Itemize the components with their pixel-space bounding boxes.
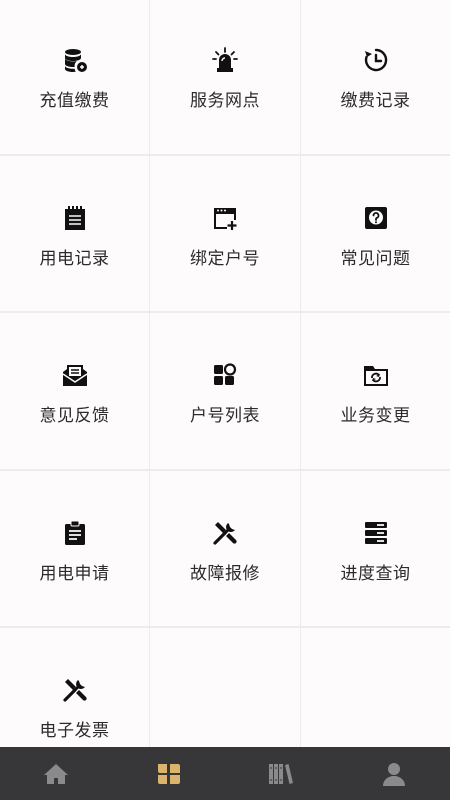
grid-item-label: 意见反馈 [39, 406, 110, 426]
grid-item-label: 用电申请 [39, 563, 110, 584]
bottom-tab-bar [0, 747, 450, 800]
window-add-icon [214, 207, 237, 230]
tab-profile[interactable] [338, 747, 450, 800]
grid-item-label: 业务变更 [340, 406, 411, 426]
tab-library[interactable] [225, 747, 338, 800]
mail-tray-icon [62, 365, 87, 386]
grid-item-fault-repair[interactable]: 故障报修 [150, 470, 300, 626]
tools-icon [213, 521, 237, 545]
clipboard-icon [64, 520, 85, 545]
grid-item-label: 绑定户号 [190, 248, 260, 269]
notepad-icon [64, 205, 85, 230]
grid-item-recharge[interactable]: 充值缴费 [0, 0, 149, 154]
database-coins-icon [64, 49, 87, 72]
home-icon [44, 763, 69, 784]
shapes-icon [214, 363, 237, 385]
grid-item-label: 进度查询 [340, 563, 411, 584]
grid-item-faq[interactable]: 常见问题 [301, 155, 450, 311]
tab-home[interactable] [0, 747, 113, 800]
grid-icon [157, 763, 180, 784]
question-box-icon [364, 206, 387, 229]
folder-sync-icon [363, 366, 388, 386]
grid-item-label: 户号列表 [190, 406, 260, 426]
history-clock-icon [364, 48, 387, 72]
grid-item-label: 服务网点 [190, 91, 260, 111]
server-stack-icon [364, 521, 387, 544]
grid-item-label: 缴费记录 [340, 91, 411, 111]
grid-item-feedback[interactable]: 意见反馈 [0, 313, 149, 469]
tools-icon [62, 679, 87, 702]
grid-item-label: 电子发票 [39, 721, 110, 741]
grid-item-business-change[interactable]: 业务变更 [301, 313, 450, 469]
grid-item-payment-records[interactable]: 缴费记录 [301, 0, 450, 154]
grid-item-label: 用电记录 [39, 248, 110, 269]
user-icon [382, 762, 405, 786]
grid-item-progress-query[interactable]: 进度查询 [301, 470, 450, 626]
service-grid: 充值缴费 服务网点 缴费记录 用电记录 绑定户号 常见问题 意见反馈 户号列表 … [0, 0, 450, 784]
tab-services[interactable] [113, 747, 226, 800]
grid-item-power-application[interactable]: 用电申请 [0, 470, 149, 626]
grid-item-service-outlets[interactable]: 服务网点 [150, 0, 300, 154]
grid-item-label: 故障报修 [190, 563, 260, 584]
grid-item-bind-account[interactable]: 绑定户号 [150, 155, 300, 311]
grid-item-label: 充值缴费 [39, 91, 110, 111]
grid-item-label: 常见问题 [340, 248, 411, 269]
grid-item-account-list[interactable]: 户号列表 [150, 313, 300, 469]
grid-item-usage-records[interactable]: 用电记录 [0, 155, 149, 311]
alarm-light-icon [212, 47, 238, 72]
books-icon [269, 763, 294, 784]
